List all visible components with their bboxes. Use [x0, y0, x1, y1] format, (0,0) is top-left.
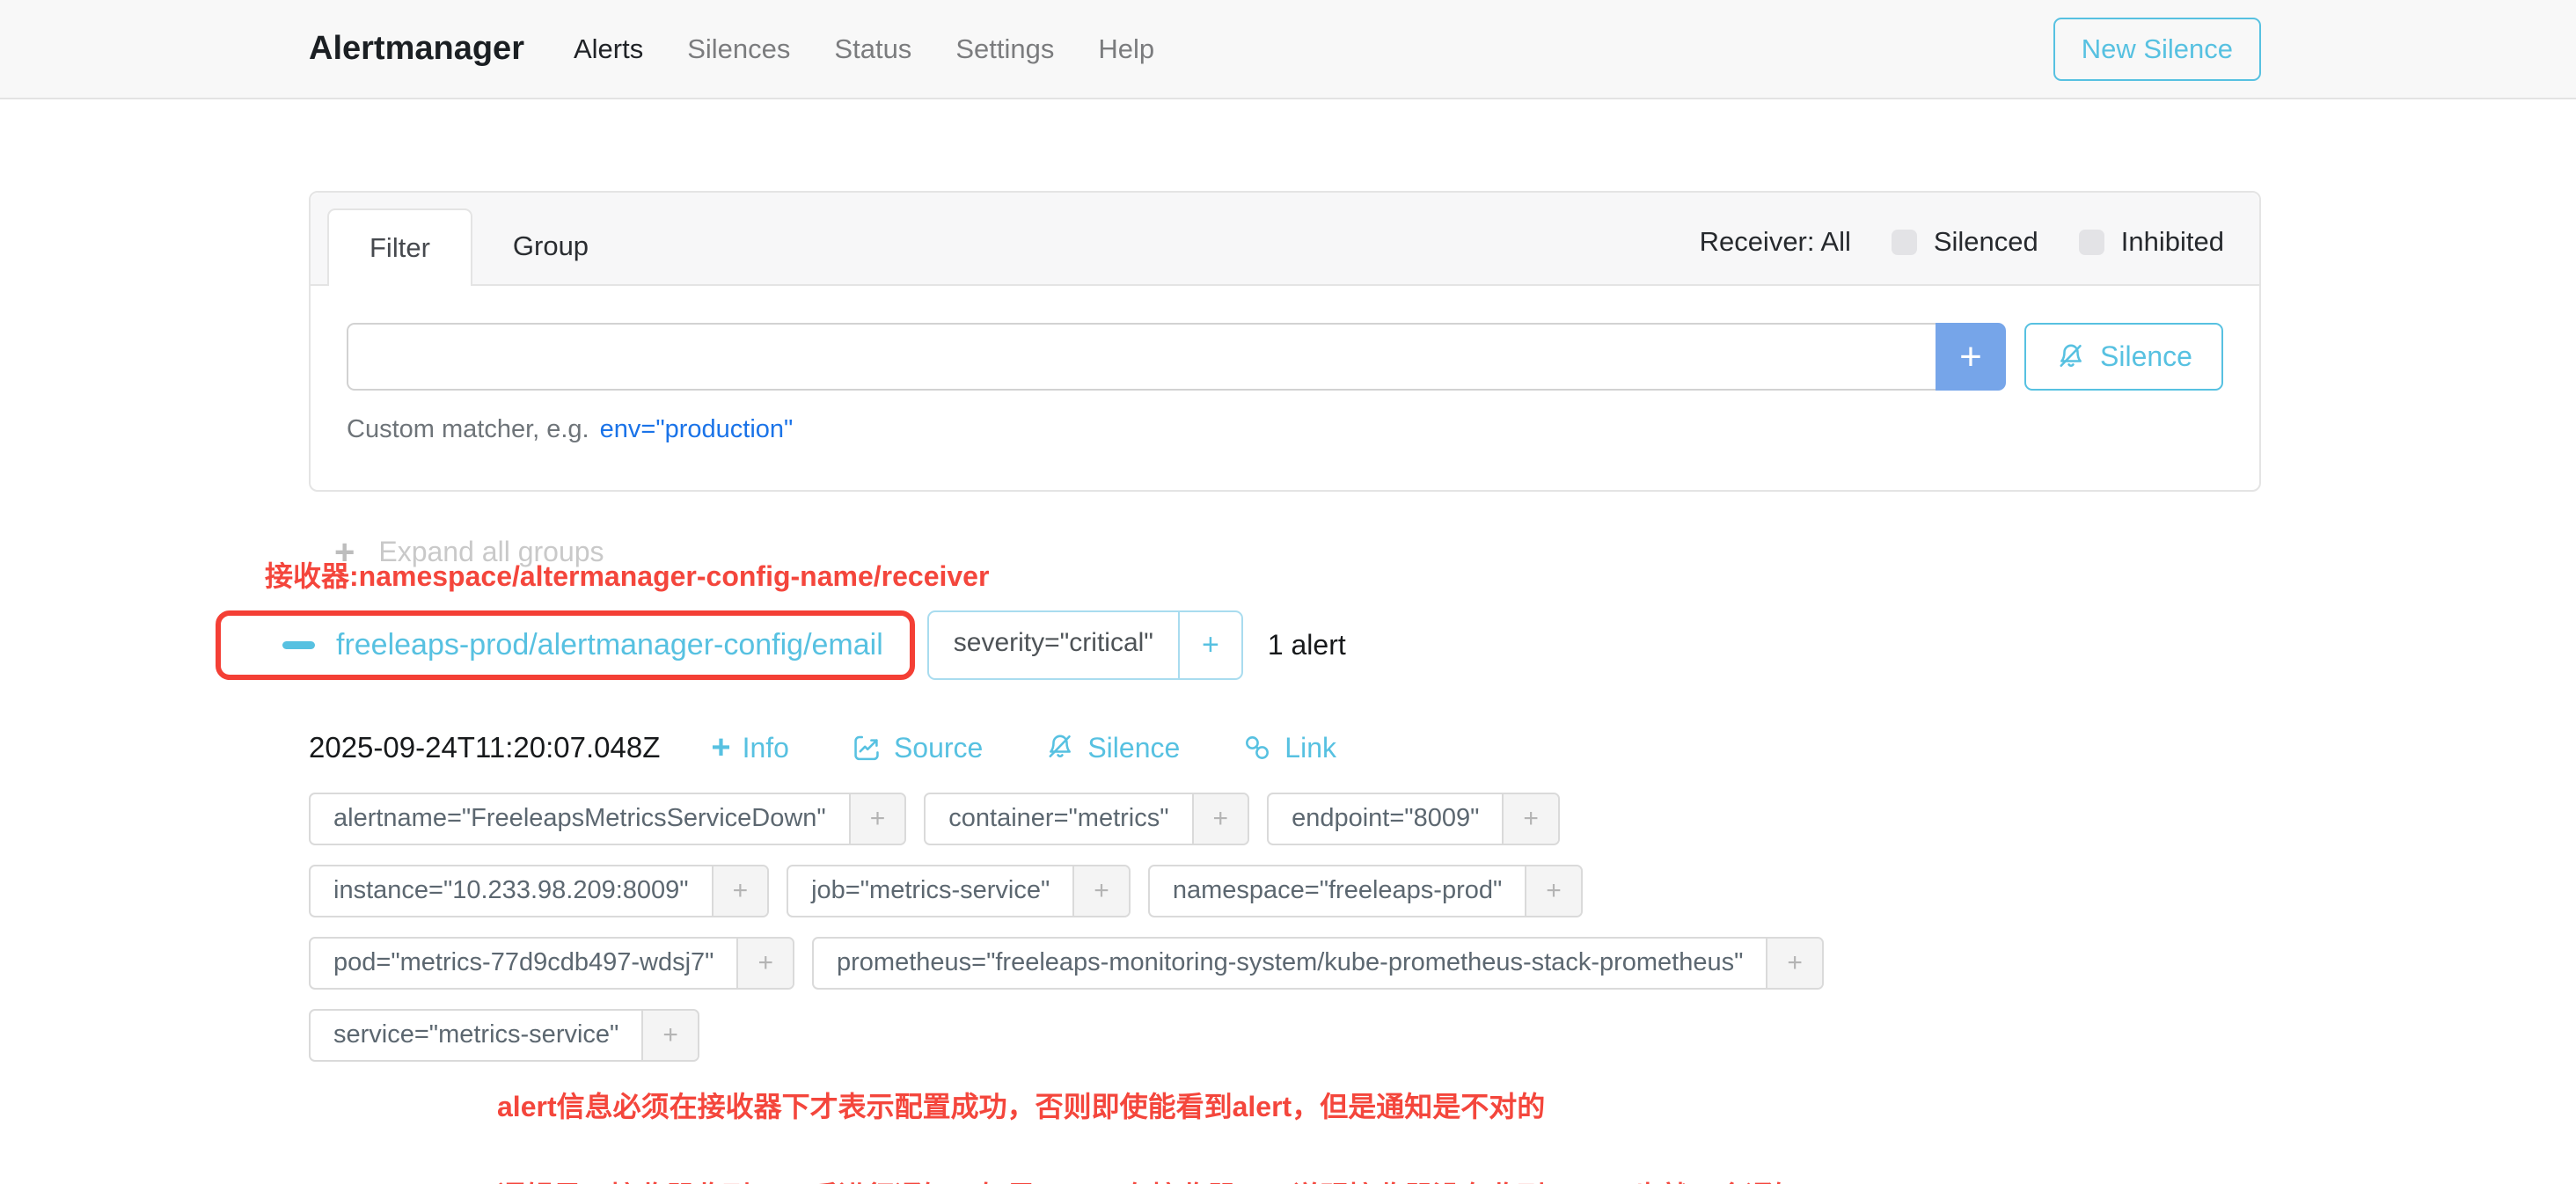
tab-group[interactable]: Group	[472, 208, 629, 284]
alert-info-label: Info	[743, 732, 789, 764]
label-tag-service: service="metrics-service" +	[309, 1009, 699, 1062]
inhibited-checkbox[interactable]	[2079, 230, 2104, 255]
alert-header-row: 2025-09-24T11:20:07.048Z + Info Source S…	[309, 731, 2261, 764]
label-tag-endpoint: endpoint="8009" +	[1267, 793, 1560, 845]
label-tag-pod: pod="metrics-77d9cdb497-wdsj7" +	[309, 937, 794, 990]
label-tag-text: service="metrics-service"	[311, 1011, 641, 1060]
label-tag-text: container="metrics"	[926, 794, 1191, 844]
group-alert-count: 1 alert	[1268, 629, 1346, 661]
annotation-line-1: alert信息必须在接收器下才表示配置成功，否则即使能看到alert，但是通知是…	[497, 1085, 2261, 1125]
label-tag-add-button[interactable]: +	[1192, 794, 1248, 844]
plus-icon: +	[711, 735, 730, 761]
label-tag-add-button[interactable]: +	[1766, 939, 1822, 988]
nav-item-status[interactable]: Status	[834, 33, 911, 65]
alert-source-link[interactable]: Source	[851, 732, 983, 764]
receiver-selector[interactable]: Receiver: All	[1700, 226, 1851, 258]
nav-item-settings[interactable]: Settings	[955, 33, 1054, 65]
group-collapse-toggle[interactable]: freeleaps-prod/alertmanager-config/email	[245, 628, 883, 662]
annotation-line-2: 逻辑是：接收器收到alert后进行通知，如果alert不在接收器下，说明接收器没…	[497, 1174, 2261, 1184]
bell-slash-icon	[2055, 341, 2087, 373]
nav-item-help[interactable]: Help	[1098, 33, 1154, 65]
alert-timestamp: 2025-09-24T11:20:07.048Z	[309, 731, 660, 764]
chart-icon	[851, 732, 882, 764]
filter-header-controls: Receiver: All Silenced Inhibited	[1700, 226, 2224, 284]
main-content: Filter Group Receiver: All Silenced Inhi…	[0, 99, 2576, 1184]
nav-item-alerts[interactable]: Alerts	[574, 33, 643, 65]
label-tag-add-button[interactable]: +	[1072, 866, 1129, 916]
alert-source-label: Source	[894, 732, 983, 764]
alert-link-label: Link	[1284, 732, 1336, 764]
label-tag-text: pod="metrics-77d9cdb497-wdsj7"	[311, 939, 736, 988]
filter-card-body: + Silence Custom matcher, e.g. env="produ…	[311, 286, 2259, 490]
alert-silence-label: Silence	[1087, 732, 1180, 764]
label-tag-add-button[interactable]: +	[1525, 866, 1581, 916]
alert-group-row: freeleaps-prod/alertmanager-config/email…	[216, 610, 2261, 680]
matcher-hint: Custom matcher, e.g. env="production"	[347, 415, 2223, 444]
label-tag-add-button[interactable]: +	[1502, 794, 1558, 844]
link-icon	[1241, 732, 1273, 764]
label-tag-add-button[interactable]: +	[712, 866, 768, 916]
alert-labels-list: alertname="FreeleapsMetricsServiceDown" …	[309, 793, 1980, 1062]
add-matcher-button[interactable]: +	[1936, 323, 2006, 391]
group-matcher-label: severity="critical"	[929, 612, 1178, 678]
matcher-example-link[interactable]: env="production"	[600, 415, 794, 443]
nav-item-silences[interactable]: Silences	[687, 33, 790, 65]
silenced-checkbox-item[interactable]: Silenced	[1892, 226, 2038, 258]
label-tag-text: instance="10.233.98.209:8009"	[311, 866, 712, 916]
alert-permalink[interactable]: Link	[1241, 732, 1336, 764]
inhibited-checkbox-label: Inhibited	[2121, 226, 2224, 258]
alert-silence-button[interactable]: Silence	[1044, 732, 1180, 764]
label-tag-text: alertname="FreeleapsMetricsServiceDown"	[311, 794, 849, 844]
label-tag-add-button[interactable]: +	[736, 939, 793, 988]
annotation-red-box: freeleaps-prod/alertmanager-config/email	[216, 610, 915, 680]
label-tag-instance: instance="10.233.98.209:8009" +	[309, 865, 769, 917]
nav-links: Alerts Silences Status Settings Help	[574, 33, 1198, 65]
matcher-input[interactable]	[347, 323, 1936, 391]
group-matcher-add-button[interactable]: +	[1178, 612, 1241, 678]
annotation-receiver-text: 接收器:namespace/altermanager-config-name/r…	[265, 554, 2261, 595]
filter-card-header: Filter Group Receiver: All Silenced Inhi…	[311, 193, 2259, 286]
label-tag-alertname: alertname="FreeleapsMetricsServiceDown" …	[309, 793, 906, 845]
top-navbar: Alertmanager Alerts Silences Status Sett…	[0, 0, 2576, 99]
label-tag-text: job="metrics-service"	[788, 866, 1072, 916]
silenced-checkbox[interactable]	[1892, 230, 1917, 255]
label-tag-namespace: namespace="freeleaps-prod" +	[1148, 865, 1583, 917]
matcher-input-row: + Silence	[347, 323, 2223, 391]
inhibited-checkbox-item[interactable]: Inhibited	[2079, 226, 2224, 258]
group-receiver-name: freeleaps-prod/alertmanager-config/email	[336, 628, 883, 662]
new-silence-button[interactable]: New Silence	[2053, 18, 2261, 81]
alert-info-button[interactable]: + Info	[711, 732, 789, 764]
label-tag-container: container="metrics" +	[924, 793, 1249, 845]
filter-card: Filter Group Receiver: All Silenced Inhi…	[309, 191, 2261, 492]
label-tag-prometheus: prometheus="freeleaps-monitoring-system/…	[812, 937, 1824, 990]
silence-filter-label: Silence	[2100, 340, 2192, 373]
label-tag-text: namespace="freeleaps-prod"	[1150, 866, 1525, 916]
app-brand[interactable]: Alertmanager	[309, 30, 524, 68]
group-matcher-tag: severity="critical" +	[927, 610, 1243, 680]
tab-filter[interactable]: Filter	[327, 208, 472, 286]
label-tag-add-button[interactable]: +	[641, 1011, 698, 1060]
label-tag-add-button[interactable]: +	[849, 794, 905, 844]
matcher-hint-text: Custom matcher, e.g.	[347, 415, 589, 443]
silenced-checkbox-label: Silenced	[1934, 226, 2038, 258]
bell-slash-icon	[1044, 732, 1076, 764]
label-tag-text: endpoint="8009"	[1269, 794, 1502, 844]
silence-filter-button[interactable]: Silence	[2024, 323, 2223, 391]
label-tag-job: job="metrics-service" +	[787, 865, 1131, 917]
minus-icon	[282, 641, 315, 649]
label-tag-text: prometheus="freeleaps-monitoring-system/…	[814, 939, 1766, 988]
